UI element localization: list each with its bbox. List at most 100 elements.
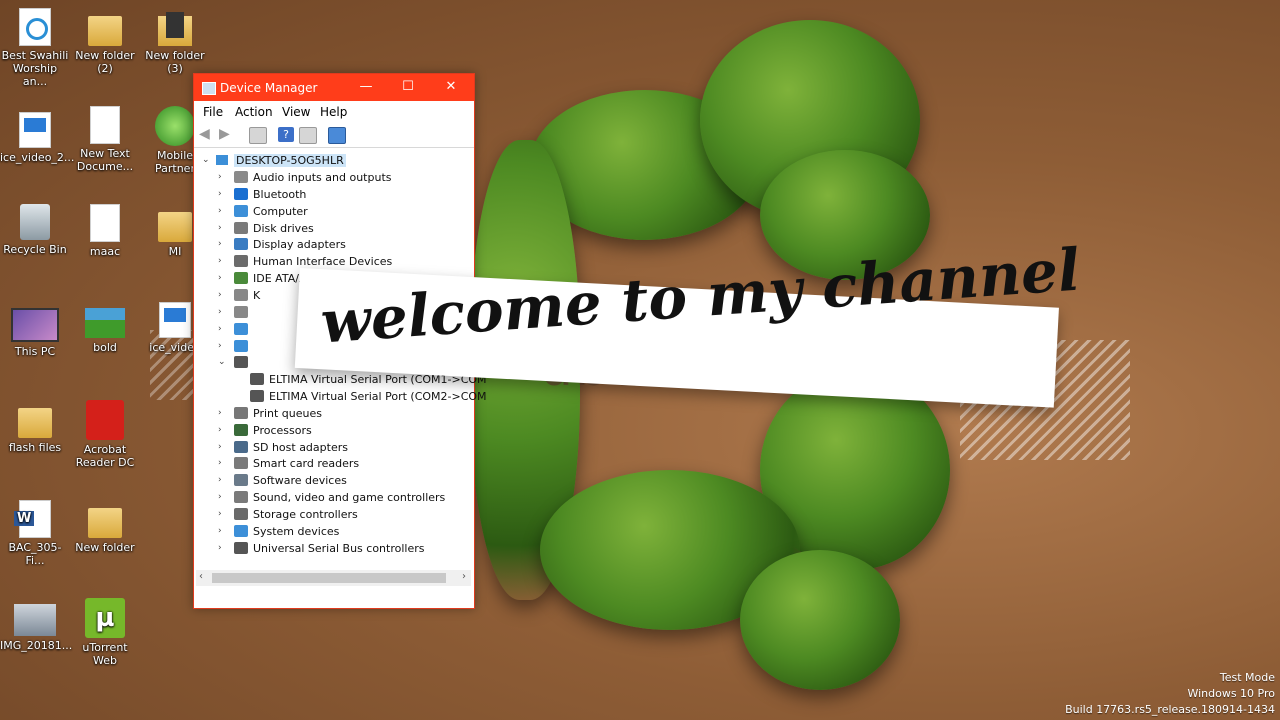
device-category-icon (234, 440, 248, 453)
chevron-right-icon[interactable]: › (218, 206, 226, 216)
tree-item[interactable]: › Sound, video and game controllers (194, 490, 472, 506)
tree-item[interactable]: › Smart card readers (194, 456, 472, 472)
desktop-icon-maac[interactable]: maac (70, 204, 140, 258)
chevron-right-icon[interactable]: › (218, 256, 226, 266)
chevron-right-icon[interactable]: › (218, 172, 226, 182)
chevron-down-icon[interactable]: ⌄ (202, 155, 210, 165)
chevron-right-icon[interactable]: › (218, 408, 226, 418)
chevron-right-icon[interactable]: › (218, 239, 226, 249)
toolbar: ◀ ▶ ? (194, 123, 474, 148)
desktop-icon-bac-305[interactable]: BAC_305-Fi... (0, 500, 70, 567)
chevron-right-icon[interactable]: › (218, 307, 226, 317)
desktop-icon-new-folder-2[interactable]: New folder (2) (70, 8, 140, 75)
details-view-icon[interactable] (299, 127, 317, 144)
tree-root[interactable]: ⌄ DESKTOP-5OG5HLR (194, 153, 472, 169)
tree-item-label: Human Interface Devices (253, 255, 393, 269)
menu-action[interactable]: Action (235, 105, 273, 119)
device-category-icon (234, 339, 248, 352)
chevron-right-icon[interactable]: › (218, 189, 226, 199)
maximize-button[interactable]: ☐ (394, 77, 422, 97)
tree-item[interactable]: › Display adapters (194, 237, 472, 253)
game-icon (85, 308, 125, 338)
desktop-icon-best-swahili[interactable]: Best Swahili Worship an... (0, 8, 70, 88)
device-category-icon (250, 373, 264, 386)
scroll-right-icon[interactable]: › (462, 571, 466, 582)
desktop-icon-new-text-document[interactable]: New Text Docume... (70, 106, 140, 173)
desktop-icon-new-folder[interactable]: New folder (70, 500, 140, 554)
video-file-icon (19, 112, 51, 148)
chevron-right-icon[interactable]: › (218, 290, 226, 300)
minimize-button[interactable]: — (352, 77, 380, 97)
desktop-icon-this-pc[interactable]: This PC (0, 302, 70, 358)
computer-icon (11, 308, 59, 342)
device-category-icon (234, 204, 248, 217)
desktop-icon-new-folder-3[interactable]: New folder (3) (140, 8, 210, 75)
device-category-icon (234, 524, 248, 537)
desktop-icon-label: This PC (14, 345, 56, 358)
tree-item[interactable]: › Processors (194, 423, 472, 439)
tree-item[interactable]: › Bluetooth (194, 187, 472, 203)
tree-item[interactable]: › Print queues (194, 406, 472, 422)
device-category-icon (234, 491, 248, 504)
close-button[interactable]: ✕ (437, 77, 465, 97)
tree-item-label: Sound, video and game controllers (253, 491, 446, 505)
tree-item[interactable]: › Storage controllers (194, 507, 472, 523)
scan-hardware-icon[interactable] (328, 127, 346, 144)
properties-view-icon[interactable] (249, 127, 267, 144)
desktop-icon-acrobat-reader[interactable]: Acrobat Reader DC (70, 400, 140, 469)
title-bar[interactable]: Device Manager — ☐ ✕ (194, 74, 474, 101)
forward-arrow-icon[interactable]: ▶ (219, 127, 235, 142)
device-category-icon (234, 406, 248, 419)
chevron-right-icon[interactable]: › (218, 324, 226, 334)
chevron-right-icon[interactable]: › (218, 509, 226, 519)
horizontal-scrollbar[interactable]: ‹ › (196, 570, 471, 586)
tree-item[interactable]: › Audio inputs and outputs (194, 170, 472, 186)
tree-item[interactable]: › Disk drives (194, 221, 472, 237)
desktop-icon-ice-video-2[interactable]: ice_video_2... (0, 112, 74, 164)
tree-item-label: ELTIMA Virtual Serial Port (COM2->COM (269, 390, 487, 404)
menu-view[interactable]: View (282, 105, 310, 119)
desktop-icon-utorrent-web[interactable]: µ uTorrent Web (70, 598, 140, 667)
folder-icon (158, 212, 192, 242)
tree-item[interactable]: › System devices (194, 524, 472, 540)
tree-item[interactable]: ELTIMA Virtual Serial Port (COM2->COM (194, 389, 487, 405)
desktop-icon-label: Recycle Bin (3, 243, 67, 256)
chevron-right-icon[interactable]: › (218, 458, 226, 468)
device-category-icon (234, 541, 248, 554)
chevron-down-icon[interactable]: ⌄ (218, 357, 226, 367)
scroll-thumb[interactable] (212, 573, 446, 583)
chevron-right-icon[interactable]: › (218, 543, 226, 553)
chevron-right-icon[interactable]: › (218, 475, 226, 485)
desktop-icon-label: maac (89, 245, 121, 258)
desktop-icon-recycle-bin[interactable]: Recycle Bin (0, 204, 70, 256)
device-category-icon (234, 221, 248, 234)
desktop-icon-label: New folder (75, 541, 135, 554)
tree-item[interactable]: › Universal Serial Bus controllers (194, 541, 472, 557)
back-arrow-icon[interactable]: ◀ (199, 127, 215, 142)
help-icon[interactable]: ? (278, 127, 294, 142)
chevron-right-icon[interactable]: › (218, 425, 226, 435)
text-document-icon (90, 204, 120, 242)
chevron-right-icon[interactable]: › (218, 223, 226, 233)
chevron-right-icon[interactable]: › (218, 341, 226, 351)
desktop-icon-bold[interactable]: bold (70, 302, 140, 354)
tree-item[interactable]: › Software devices (194, 473, 472, 489)
menu-file[interactable]: File (203, 105, 223, 119)
tree-item[interactable]: › Human Interface Devices (194, 254, 472, 270)
tree-item[interactable]: › Computer (194, 204, 472, 220)
chevron-right-icon[interactable]: › (218, 273, 226, 283)
scroll-left-icon[interactable]: ‹ (199, 571, 203, 582)
windows-watermark: Test Mode Windows 10 Pro Build 17763.rs5… (1065, 670, 1275, 718)
menu-help[interactable]: Help (320, 105, 347, 119)
chevron-right-icon[interactable]: › (218, 492, 226, 502)
device-category-icon (250, 390, 264, 403)
device-category-icon (234, 255, 248, 268)
desktop-icon-flash-files[interactable]: flash files (0, 400, 70, 454)
chevron-right-icon[interactable]: › (218, 442, 226, 452)
acrobat-icon (86, 400, 124, 440)
tree-item[interactable]: › SD host adapters (194, 440, 472, 456)
tree-item-label: Storage controllers (253, 508, 358, 521)
desktop-icon-img-20181[interactable]: IMG_20181... (0, 598, 72, 652)
watermark-line: Test Mode (1219, 671, 1275, 684)
chevron-right-icon[interactable]: › (218, 526, 226, 536)
